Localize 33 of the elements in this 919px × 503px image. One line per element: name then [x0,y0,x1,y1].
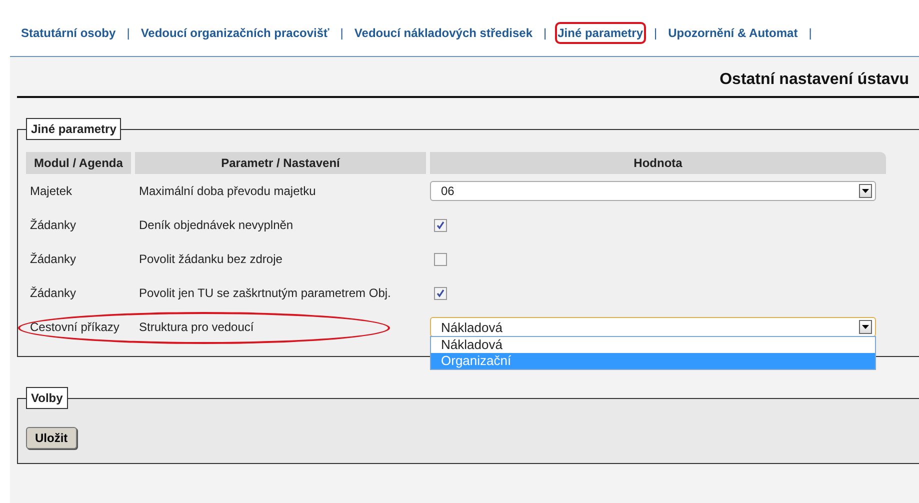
panel-legend: Volby [26,387,68,409]
nav-link[interactable]: Jiné parametry [554,22,646,44]
column-header: Hodnota [430,152,886,174]
panel-legend: Jiné parametry [26,118,122,140]
nav-link[interactable]: Statutární osoby [18,22,119,44]
table-cell: Deník objednávek nevyplněn [139,218,294,232]
separator: | [126,25,130,40]
checkbox[interactable] [434,252,447,266]
dropdown[interactable]: 06 [430,181,876,201]
nav-link[interactable]: Vedoucí organizačních pracovišť [138,22,332,44]
column-header: Parametr / Nastavení [135,152,426,174]
table-cell: Majetek [30,184,72,198]
table-cell: Žádanky [30,218,76,232]
dropdown[interactable]: Nákladová [430,317,876,337]
save-button[interactable]: Uložit [26,427,77,449]
table-cell: Povolit jen TU se zaškrtnutým parametrem Obj. [139,286,391,300]
separator: | [808,25,812,40]
column-header: Modul / Agenda [26,152,131,174]
checkbox[interactable] [434,286,447,300]
checkbox[interactable] [434,218,447,232]
nav-link[interactable]: Vedoucí nákladových středisek [351,22,536,44]
table-cell: Struktura pro vedoucí [139,320,254,334]
separator: | [654,25,658,40]
table-cell: Žádanky [30,286,76,300]
table-cell: Povolit žádanku bez zdroje [139,252,282,266]
dropdown-option[interactable]: Nákladová [431,337,875,353]
page-title: Ostatní nastavení ústavu [720,71,909,89]
separator: | [544,25,547,40]
table-cell: Cestovní příkazy [30,320,120,334]
table-cell: Maximální doba převodu majetku [139,184,316,198]
separator: | [340,25,344,40]
table-cell: Žádanky [30,252,76,266]
nav-link[interactable]: Upozornění & Automat [665,22,801,44]
